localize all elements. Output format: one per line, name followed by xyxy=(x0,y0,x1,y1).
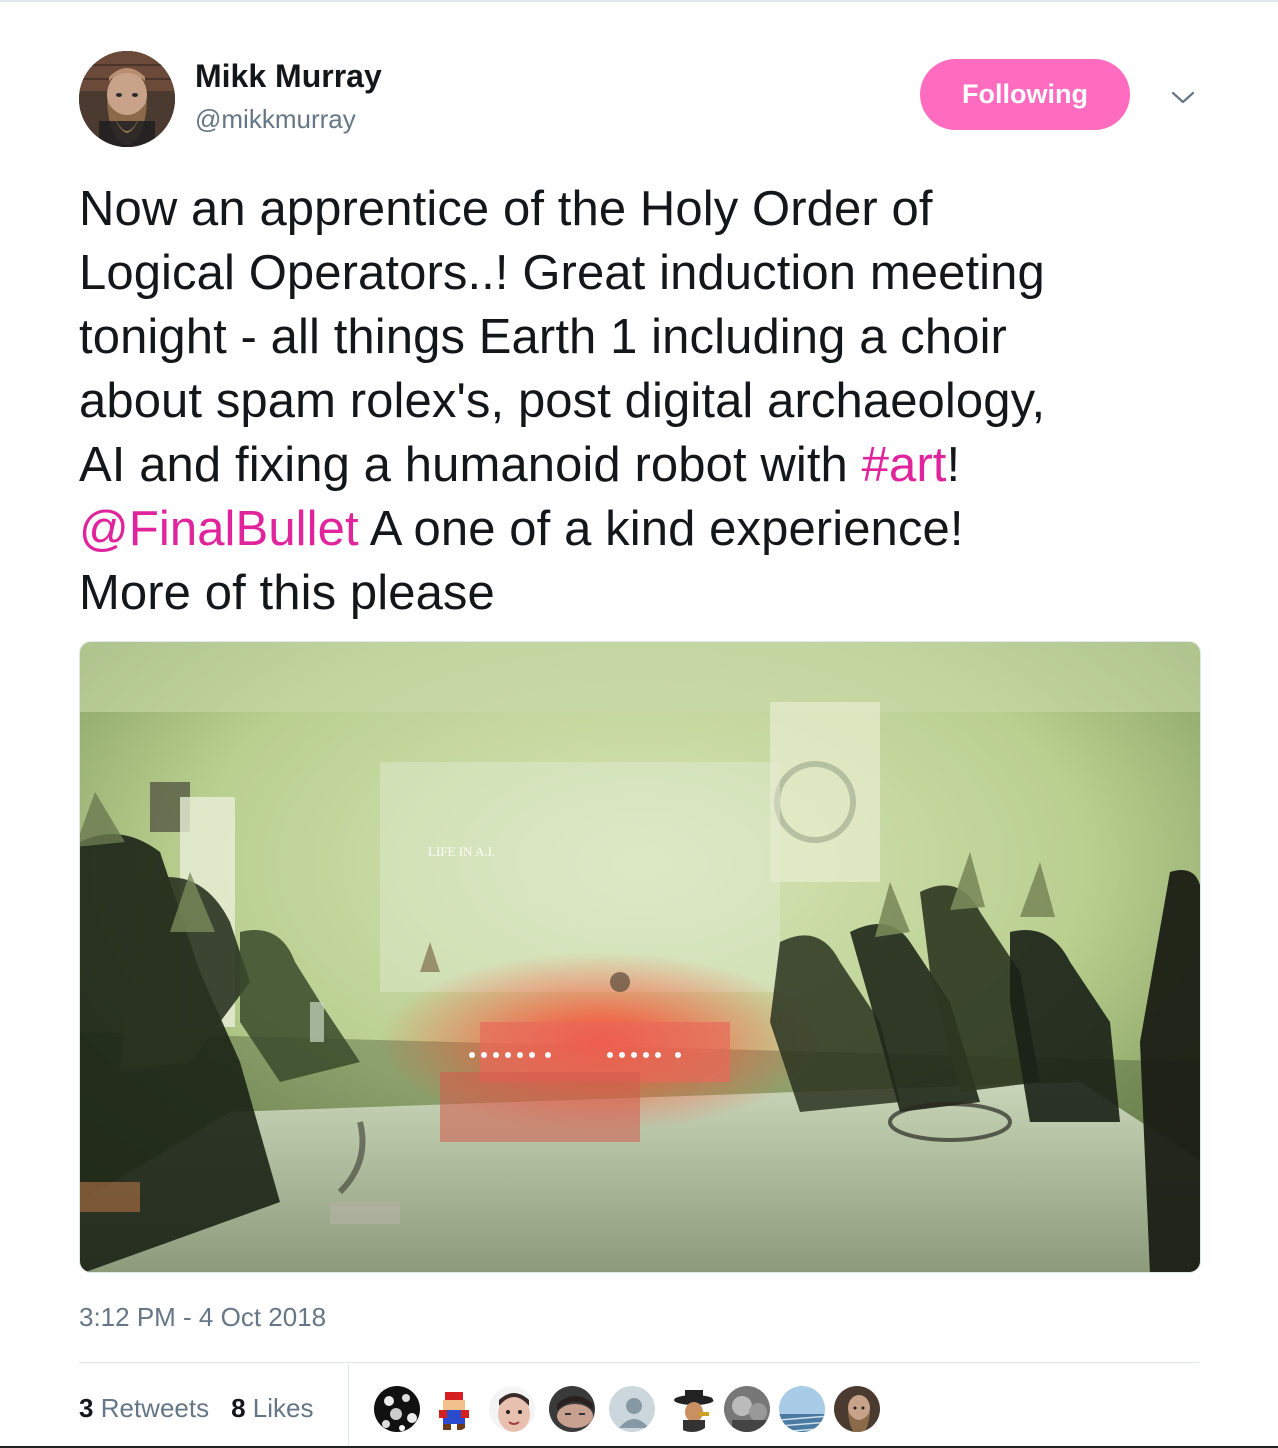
liker-avatar-default-profile[interactable] xyxy=(607,1384,657,1434)
author-handle[interactable]: @mikkmurray xyxy=(195,104,356,135)
projection-text: LIFE IN A.I. xyxy=(428,844,495,859)
likes-count: 8 xyxy=(231,1393,246,1423)
tweet-line: tonight - all things Earth 1 including a… xyxy=(79,310,1007,364)
liker-avatar-landscape[interactable] xyxy=(777,1384,827,1434)
liker-avatar-face[interactable] xyxy=(487,1384,537,1434)
liker-avatar-sleeping-face[interactable] xyxy=(547,1384,597,1434)
mention-link[interactable]: @FinalBullet xyxy=(79,502,359,556)
tweet-line: Logical Operators..! Great induction mee… xyxy=(79,246,1045,300)
stats-vertical-divider xyxy=(348,1363,349,1446)
stats-divider xyxy=(79,1362,1199,1363)
likes-stat[interactable]: 8 Likes xyxy=(231,1393,313,1424)
tweet-line: Now an apprentice of the Holy Order of xyxy=(79,182,933,236)
liker-avatar-hat-figure[interactable] xyxy=(667,1384,717,1434)
tweet-line: AI and fixing a humanoid robot with #art… xyxy=(79,433,1199,497)
retweets-count: 3 xyxy=(79,1393,94,1423)
tweet-text-segment: A one of a kind experience! xyxy=(358,502,964,556)
liker-avatar-bw-photo[interactable] xyxy=(722,1384,772,1434)
tweet-photo[interactable]: LIFE IN A.I. xyxy=(79,641,1201,1273)
tweet-timestamp[interactable]: 3:12 PM - 4 Oct 2018 xyxy=(79,1302,326,1333)
tweet-line: @FinalBullet A one of a kind experience! xyxy=(79,497,1199,561)
top-divider xyxy=(0,0,1278,2)
tweet-line: about spam rolex's, post digital archaeo… xyxy=(79,374,1046,428)
chevron-down-icon[interactable] xyxy=(1168,84,1198,112)
tweet-text-segment: ! xyxy=(946,438,961,492)
liker-avatar-bearded-man[interactable] xyxy=(832,1384,882,1434)
author-name[interactable]: Mikk Murray xyxy=(195,58,382,95)
tweet-text-segment: AI and fixing a humanoid robot with xyxy=(79,438,862,492)
hashtag-link[interactable]: #art xyxy=(862,438,947,492)
tweet-stats: 3 Retweets 8 Likes xyxy=(79,1393,314,1424)
liker-avatar-mario[interactable] xyxy=(427,1384,477,1434)
following-button[interactable]: Following xyxy=(920,59,1130,130)
likes-label: Likes xyxy=(252,1393,314,1423)
retweets-stat[interactable]: 3 Retweets xyxy=(79,1393,209,1424)
retweets-label: Retweets xyxy=(100,1393,210,1423)
author-avatar[interactable] xyxy=(79,51,175,147)
tweet-line: More of this please xyxy=(79,566,495,620)
liker-avatar-pattern[interactable] xyxy=(372,1384,422,1434)
tweet-text: Now an apprentice of the Holy Order of L… xyxy=(79,177,1199,625)
